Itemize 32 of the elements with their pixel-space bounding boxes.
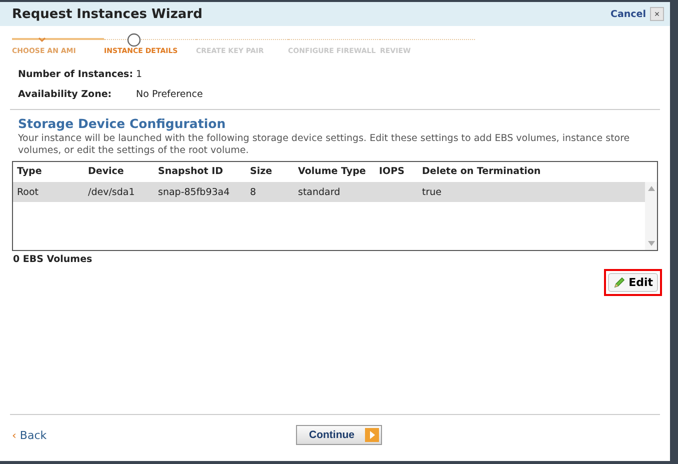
field-value: 1 <box>136 68 142 80</box>
table-row[interactable]: Root /dev/sda1 snap-85fb93a4 8 standard true <box>13 182 645 202</box>
back-link[interactable]: ‹ Back <box>12 428 296 442</box>
field-label: Number of Instances: <box>18 68 134 80</box>
pencil-icon <box>612 276 626 289</box>
cancel-link[interactable]: Cancel <box>610 8 646 20</box>
field-label: Availability Zone: <box>18 88 113 100</box>
column-header: Size <box>250 165 274 178</box>
column-header: Delete on Termination <box>422 165 542 178</box>
column-header: Snapshot ID <box>158 165 224 178</box>
close-button[interactable]: × <box>650 7 664 21</box>
scroll-up-icon[interactable] <box>648 186 654 191</box>
arrow-right-icon <box>364 428 378 442</box>
table-cell: true <box>422 186 442 198</box>
column-header: Type <box>17 165 43 178</box>
table-cell: snap-85fb93a4 <box>158 186 230 198</box>
section-description: Your instance will be launched with the following storage device settings. Edit these settings to add EBS volumes, instance store volumes, or edit the settings of the root volume. <box>17 132 631 157</box>
scroll-down-icon[interactable] <box>648 241 654 246</box>
scrollbar[interactable] <box>645 182 657 250</box>
section-title: Storage Device Configuration <box>17 115 227 131</box>
table-cell: 8 <box>250 186 256 198</box>
ebs-count: 0 EBS Volumes <box>12 253 94 265</box>
column-header: Device <box>88 165 125 178</box>
window-title: Request Instances Wizard <box>12 6 204 22</box>
table-cell: /dev/sda1 <box>88 186 135 198</box>
column-header: IOPS <box>379 165 406 178</box>
table-cell: Root <box>17 186 39 198</box>
field-value: No Preference <box>136 88 203 100</box>
table-cell: standard <box>298 186 340 198</box>
continue-button[interactable]: Continue <box>296 425 382 445</box>
column-header: Volume Type <box>298 165 367 178</box>
edit-button[interactable]: Edit <box>608 273 658 292</box>
